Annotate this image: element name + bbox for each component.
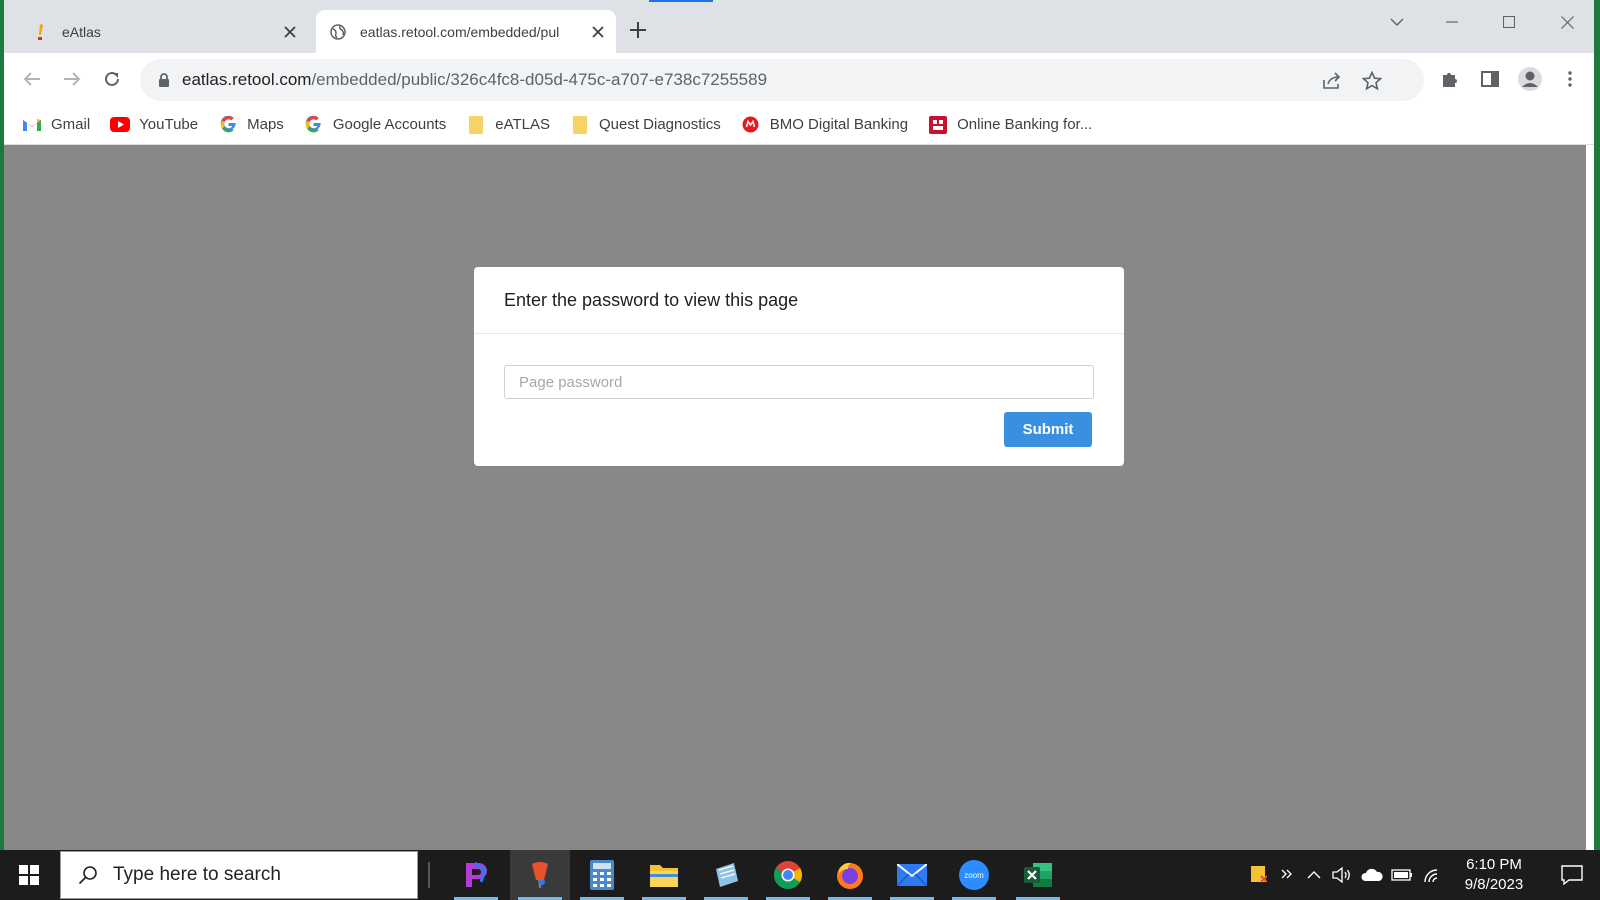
browser-window: eAtlas eatlas.retool.com/embedded/pul ea… — [4, 0, 1594, 850]
bookmarks-bar: Gmail YouTube Maps Google Accounts eATLA… — [4, 105, 1594, 145]
eatlas-favicon-icon — [32, 23, 48, 40]
clock-date: 9/8/2023 — [1464, 876, 1524, 893]
forward-icon[interactable] — [56, 63, 88, 95]
submit-button[interactable]: Submit — [1004, 412, 1092, 447]
paint-icon[interactable] — [510, 850, 570, 900]
maximize-icon[interactable] — [1486, 8, 1532, 36]
url-host: eatlas.retool.com — [182, 70, 312, 89]
lock-icon[interactable] — [156, 72, 172, 88]
zoom-icon[interactable]: zoom — [944, 850, 1004, 900]
wifi-icon[interactable] — [1418, 850, 1446, 900]
calculator-icon[interactable] — [572, 850, 632, 900]
bookmark-label: Gmail — [51, 116, 91, 133]
tab-close-icon[interactable] — [586, 20, 610, 44]
bookmark-label: BMO Digital Banking — [769, 116, 909, 133]
taskbar-divider — [428, 862, 430, 888]
reload-icon[interactable] — [96, 63, 128, 95]
clock-time: 6:10 PM — [1466, 856, 1522, 873]
top-accent-bar — [649, 0, 713, 2]
taskbar-search-box[interactable]: Type here to search — [60, 851, 418, 899]
page-content: Enter the password to view this page Sub… — [4, 145, 1594, 850]
bookmark-star-icon[interactable] — [1360, 69, 1384, 93]
search-icon — [77, 864, 99, 886]
page-password-input[interactable] — [504, 365, 1094, 399]
tab-title: eatlas.retool.com/embedded/pul — [360, 23, 560, 40]
excel-icon[interactable] — [1008, 850, 1068, 900]
minimize-icon[interactable] — [1429, 8, 1475, 36]
volume-icon[interactable] — [1328, 850, 1356, 900]
notepad-icon[interactable] — [696, 850, 756, 900]
bookmark-bmo[interactable]: BMO Digital Banking — [741, 111, 916, 139]
share-icon[interactable] — [1320, 69, 1344, 93]
sticky-notes-tray-icon[interactable] — [1244, 850, 1274, 900]
profile-avatar-icon[interactable] — [1514, 63, 1546, 95]
url-path: /embedded/public/326c4fc8-d05d-475c-a707… — [311, 70, 768, 89]
new-tab-icon[interactable] — [624, 18, 652, 46]
zoom-icon-label: zoom — [964, 871, 984, 880]
bookmark-gmail[interactable]: Gmail — [22, 111, 98, 139]
bmo-icon — [741, 115, 761, 135]
globe-icon — [330, 23, 346, 40]
file-explorer-icon[interactable] — [634, 850, 694, 900]
back-icon[interactable] — [16, 63, 48, 95]
browser-toolbar: eatlas.retool.com/embedded/public/326c4f… — [4, 53, 1594, 105]
bank-icon — [928, 115, 948, 135]
bookmark-youtube[interactable]: YouTube — [110, 111, 206, 139]
youtube-icon — [110, 115, 131, 135]
bookmark-label: Online Banking for... — [957, 116, 1093, 133]
show-hidden-icons-icon[interactable] — [1300, 850, 1328, 900]
extensions-puzzle-icon[interactable] — [1434, 63, 1466, 95]
tray-overflow-chevron-icon[interactable] — [1274, 850, 1300, 900]
bookmark-label: Google Accounts — [332, 116, 447, 133]
tab-retool[interactable]: eatlas.retool.com/embedded/pul — [316, 10, 616, 53]
mail-icon[interactable] — [882, 850, 942, 900]
bookmark-quest-diagnostics[interactable]: Quest Diagnostics — [570, 111, 729, 139]
battery-icon[interactable] — [1388, 850, 1416, 900]
bookmark-label: eATLAS — [495, 116, 550, 133]
onedrive-cloud-icon[interactable] — [1358, 850, 1386, 900]
window-right-edge — [1586, 145, 1594, 850]
windows-taskbar: Type here to search zoom 6:10 PM 9/8/202… — [0, 850, 1600, 900]
tab-search-chevron-down-icon[interactable] — [1374, 8, 1420, 36]
notification-center-icon[interactable] — [1544, 850, 1600, 900]
password-dialog: Enter the password to view this page Sub… — [474, 267, 1124, 466]
chrome-icon[interactable] — [758, 850, 818, 900]
address-bar[interactable]: eatlas.retool.com/embedded/public/326c4f… — [140, 59, 1424, 101]
tab-strip: eAtlas eatlas.retool.com/embedded/pul — [4, 0, 1594, 53]
dialog-title: Enter the password to view this page — [474, 267, 1124, 334]
bookmark-google-accounts[interactable]: Google Accounts — [304, 111, 454, 139]
windows-start-icon[interactable] — [0, 850, 58, 900]
folder-icon — [466, 115, 486, 135]
tab-eatlas[interactable]: eAtlas — [18, 10, 308, 53]
close-window-icon[interactable] — [1544, 8, 1590, 36]
tab-close-icon[interactable] — [278, 20, 302, 44]
firefox-icon[interactable] — [820, 850, 880, 900]
taskbar-clock[interactable]: 6:10 PM 9/8/2023 — [1444, 855, 1544, 895]
menu-kebab-icon[interactable] — [1554, 63, 1586, 95]
bookmark-online-banking[interactable]: Online Banking for... — [928, 111, 1100, 139]
url-text: eatlas.retool.com/embedded/public/326c4f… — [182, 70, 767, 90]
search-placeholder: Type here to search — [113, 864, 281, 885]
gmail-icon — [22, 115, 42, 135]
photoshop-express-icon[interactable] — [446, 850, 506, 900]
tab-title: eAtlas — [62, 23, 101, 40]
side-panel-icon[interactable] — [1474, 63, 1506, 95]
bookmark-eatlas[interactable]: eATLAS — [466, 111, 558, 139]
bookmark-label: YouTube — [139, 116, 199, 133]
bookmark-label: Maps — [247, 116, 284, 133]
google-icon — [218, 115, 238, 135]
folder-icon — [570, 115, 590, 135]
bookmark-label: Quest Diagnostics — [598, 116, 721, 133]
bookmark-maps[interactable]: Maps — [218, 111, 292, 139]
google-icon — [304, 115, 324, 135]
